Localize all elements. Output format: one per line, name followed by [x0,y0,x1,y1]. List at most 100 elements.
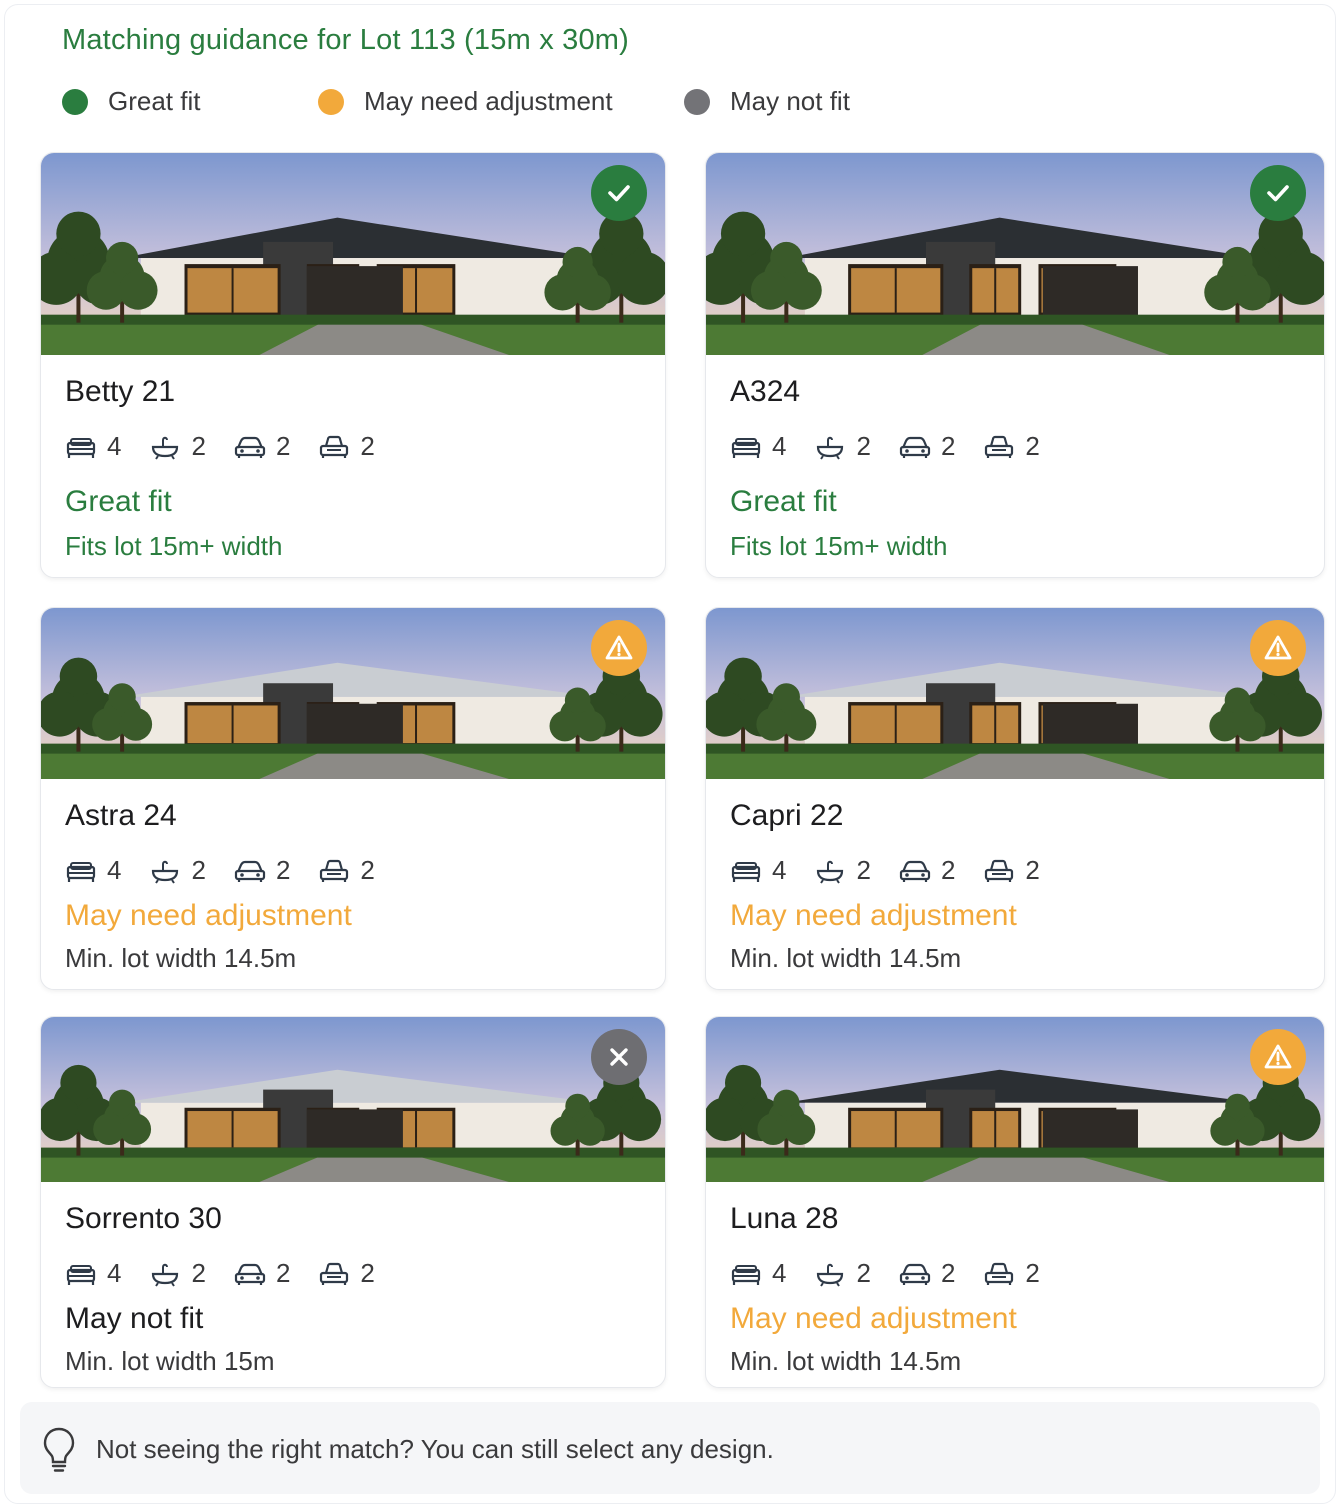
design-name: Sorrento 30 [65,1202,222,1235]
sofa-icon [985,435,1014,458]
living-count: 2 [360,1258,375,1288]
house-photo [706,153,1324,355]
bath-icon [152,1263,179,1287]
design-card[interactable]: Capri 22 4 2 2 2 May need adjustment Min… [705,607,1325,990]
design-name: Betty 21 [65,375,176,408]
great-fit-dot-icon [62,88,88,115]
bed-icon [731,861,761,882]
bathrooms-count: 2 [191,855,206,885]
help-tip-text: Not seeing the right match? You can stil… [96,1434,774,1464]
house-photo [706,608,1324,779]
living-count: 2 [360,431,375,461]
bathrooms: 2 [149,855,206,886]
sofa-icon [320,859,349,882]
check-icon [1267,185,1289,202]
garage-count: 2 [275,1258,291,1288]
fit-status: Great fit [730,485,837,518]
design-card[interactable]: Betty 21 4 2 2 2 Great fit Fits lot 15m+… [40,152,666,578]
design-features: 4 2 2 2 [65,1258,403,1289]
garage-count: 2 [275,431,291,461]
garage-car-icon [899,1263,931,1285]
garage-count: 2 [940,1258,956,1288]
fit-detail: Min. lot width 14.5m [730,943,962,973]
garage-car-icon [899,860,931,882]
bedrooms-count: 4 [107,1258,122,1288]
legend-label: May need adjustment [364,86,613,116]
garage-count: 2 [940,431,956,461]
design-card[interactable]: Sorrento 30 4 2 2 2 May not fit Min. lot… [40,1016,666,1388]
fit-status: May not fit [65,1302,204,1335]
bathrooms: 2 [814,1258,871,1289]
bedrooms: 4 [730,431,786,462]
garage-count: 2 [275,855,291,885]
design-features: 4 2 2 2 [730,431,1068,462]
bedrooms-count: 4 [772,855,787,885]
adjust-dot-icon [318,88,344,115]
garage: 2 [899,855,955,886]
design-features: 4 2 2 2 [65,431,403,462]
design-image [41,1017,665,1182]
house-photo [706,1017,1324,1182]
warning-icon [605,635,633,660]
fit-status: Great fit [65,485,172,518]
design-features: 4 2 2 2 [730,1258,1068,1289]
check-icon [608,185,630,202]
bedrooms-count: 4 [107,855,122,885]
page-title: Matching guidance for Lot 113 (15m x 30m… [62,24,630,56]
design-image [41,153,665,355]
nofit-dot-icon [684,88,710,115]
bath-icon [817,1263,844,1287]
design-card[interactable]: A324 4 2 2 2 Great fit Fits lot 15m+ wid… [705,152,1325,578]
living-areas: 2 [318,431,375,462]
design-name: Astra 24 [65,799,177,832]
living-count: 2 [1025,1258,1040,1288]
living-count: 2 [1025,855,1040,885]
fit-badge [1250,165,1306,221]
bathrooms-count: 2 [856,855,871,885]
bathrooms-count: 2 [191,1258,206,1288]
warning-icon [1264,1044,1292,1069]
design-name: Capri 22 [730,799,844,832]
design-card[interactable]: Astra 24 4 2 2 2 May need adjustment Min… [40,607,666,990]
fit-status: May need adjustment [730,899,1017,932]
bedrooms-count: 4 [107,431,122,461]
design-image [706,1017,1324,1182]
fit-detail: Fits lot 15m+ width [730,531,948,561]
sofa-icon [320,1262,349,1285]
bed-icon [731,1264,761,1285]
legend-label: Great fit [108,86,201,116]
warning-icon [1264,635,1292,660]
bathrooms-count: 2 [191,431,206,461]
design-card[interactable]: Luna 28 4 2 2 2 May need adjustment Min.… [705,1016,1325,1388]
bedrooms: 4 [65,1258,121,1289]
garage: 2 [234,1258,290,1289]
fit-detail: Fits lot 15m+ width [65,531,283,561]
fit-status: May need adjustment [65,899,352,932]
garage-car-icon [234,436,266,458]
fit-detail: Min. lot width 14.5m [65,943,297,973]
legend-item-great: Great fit [62,86,200,117]
bathrooms-count: 2 [856,431,871,461]
bath-icon [152,860,179,884]
design-features: 4 2 2 2 [65,855,403,886]
legend-item-adjust: May need adjustment [318,86,613,117]
bedrooms-count: 4 [772,431,787,461]
garage-car-icon [899,436,931,458]
garage: 2 [899,431,955,462]
garage-count: 2 [940,855,956,885]
bathrooms: 2 [814,431,871,462]
garage: 2 [899,1258,955,1289]
living-areas: 2 [318,855,375,886]
bedrooms: 4 [65,855,121,886]
bedrooms: 4 [730,1258,786,1289]
close-icon [610,1048,628,1066]
fit-legend: Great fit May need adjustment May not fi… [0,82,1340,118]
garage-car-icon [234,860,266,882]
garage: 2 [234,855,290,886]
bathrooms: 2 [149,1258,206,1289]
sofa-icon [985,859,1014,882]
design-image [41,608,665,779]
design-features: 4 2 2 2 [730,855,1068,886]
garage-car-icon [234,1263,266,1285]
living-areas: 2 [983,855,1040,886]
